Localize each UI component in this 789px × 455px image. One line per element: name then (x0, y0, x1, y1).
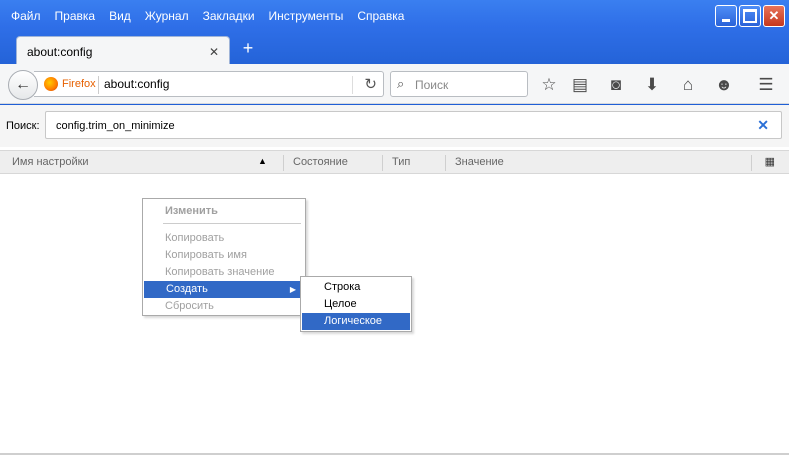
submenu-boolean[interactable]: Логическое (302, 313, 410, 330)
col-pref-name[interactable]: Имя настройки (12, 156, 89, 168)
search-placeholder: Поиск (415, 78, 449, 92)
submenu-arrow-icon: ▶ (289, 285, 296, 294)
menu-view[interactable]: Вид (102, 5, 138, 27)
ctx-modify[interactable]: Изменить (143, 201, 305, 221)
submenu-integer[interactable]: Целое (302, 296, 410, 313)
search-bar[interactable]: ⌕ Поиск (390, 71, 528, 97)
brand-label: Firefox (62, 78, 96, 90)
bookmark-star-icon[interactable]: ☆ (538, 74, 560, 96)
menu-help[interactable]: Справка (350, 5, 411, 27)
col-divider[interactable] (751, 155, 752, 171)
sort-ascending-icon: ▲ (258, 156, 267, 166)
ctx-copy-value[interactable]: Копировать значение (143, 264, 305, 281)
menu-edit[interactable]: Правка (48, 5, 103, 27)
minimize-button[interactable] (715, 5, 737, 27)
col-divider[interactable] (382, 155, 383, 171)
column-header: Имя настройки ▲ Состояние Тип Значение ▦ (0, 150, 789, 174)
context-menu: Изменить Копировать Копировать имя Копир… (142, 198, 306, 316)
close-window-button[interactable]: ✕ (763, 5, 785, 27)
ctx-copy-name[interactable]: Копировать имя (143, 247, 305, 264)
ctx-new-label: Создать (166, 283, 208, 295)
search-icon: ⌕ (397, 76, 405, 91)
window-controls: ✕ (715, 5, 785, 27)
submenu-string[interactable]: Строка (302, 279, 410, 296)
pocket-icon[interactable]: ◙ (605, 74, 627, 96)
firefox-icon (44, 77, 58, 91)
url-bar[interactable]: Firefox about:config ↻ (34, 71, 384, 97)
back-icon: ← (15, 76, 31, 93)
new-pref-submenu: Строка Целое Логическое (300, 276, 412, 332)
ctx-separator (163, 223, 301, 224)
menu-file[interactable]: Файл (4, 5, 48, 27)
ctx-reset[interactable]: Сбросить (143, 298, 305, 315)
maximize-button[interactable] (739, 5, 761, 27)
menu-history[interactable]: Журнал (138, 5, 196, 27)
col-type[interactable]: Тип (392, 156, 410, 168)
col-status[interactable]: Состояние (293, 156, 348, 168)
filter-label: Поиск: (6, 120, 40, 132)
reading-list-icon[interactable]: ▤ (569, 74, 591, 96)
col-value[interactable]: Значение (455, 156, 504, 168)
filter-row: Поиск: config.trim_on_minimize ✕ (0, 105, 789, 147)
tab-strip: about:config ✕ + (0, 32, 789, 68)
navigation-toolbar: Firefox about:config ↻ ← ⌕ Поиск ☆ ▤ ◙ ⬇… (0, 64, 789, 104)
column-picker-icon[interactable]: ▦ (765, 155, 775, 168)
col-divider[interactable] (283, 155, 284, 171)
filter-value: config.trim_on_minimize (56, 120, 175, 132)
menu-tools[interactable]: Инструменты (262, 5, 351, 27)
url-separator (98, 76, 99, 94)
menu-icon[interactable]: ☰ (755, 74, 777, 96)
new-tab-button[interactable]: + (238, 38, 258, 58)
download-icon[interactable]: ⬇ (641, 74, 663, 96)
reload-separator (352, 76, 353, 94)
tab-title: about:config (27, 45, 93, 59)
tab-close-icon[interactable]: ✕ (209, 45, 219, 59)
clear-filter-icon[interactable]: ✕ (757, 117, 769, 134)
menu-bar: Файл Правка Вид Журнал Закладки Инструме… (0, 0, 411, 32)
ctx-new[interactable]: Создать ▶ (144, 281, 304, 298)
menu-bookmarks[interactable]: Закладки (196, 5, 262, 27)
chat-icon[interactable]: ☻ (713, 74, 735, 96)
col-divider[interactable] (445, 155, 446, 171)
ctx-copy[interactable]: Копировать (143, 230, 305, 247)
back-button[interactable]: ← (8, 70, 38, 100)
filter-input[interactable]: config.trim_on_minimize ✕ (45, 111, 782, 139)
reload-icon[interactable]: ↻ (364, 75, 377, 93)
identity-box[interactable]: Firefox (44, 77, 96, 91)
home-icon[interactable]: ⌂ (677, 74, 699, 96)
url-text[interactable]: about:config (104, 77, 169, 91)
